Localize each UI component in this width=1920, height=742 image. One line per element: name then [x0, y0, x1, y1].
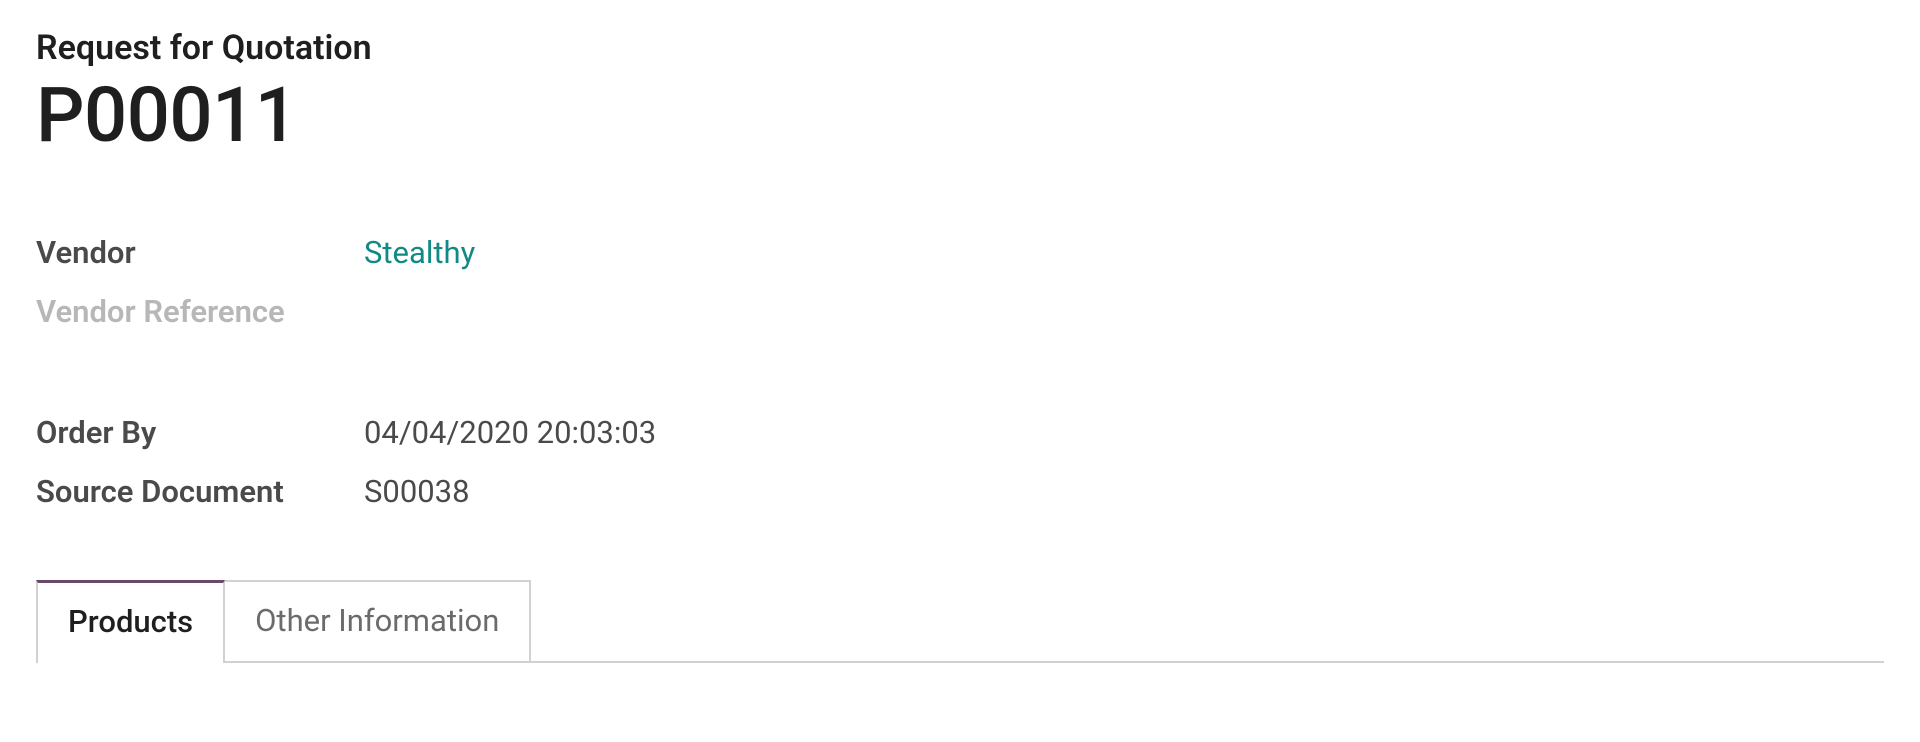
rfq-page: Request for Quotation P00011 Vendor Stea…	[0, 0, 1920, 663]
field-value-order-by: 04/04/2020 20:03:03	[364, 414, 656, 451]
tab-products[interactable]: Products	[36, 580, 225, 663]
field-vendor: Vendor Stealthy	[36, 234, 1884, 271]
field-vendor-reference: Vendor Reference	[36, 293, 1884, 330]
field-label-source-document: Source Document	[36, 473, 364, 510]
field-value-source-document: S00038	[364, 473, 470, 510]
field-label-vendor: Vendor	[36, 234, 364, 271]
field-source-document: Source Document S00038	[36, 473, 1884, 510]
page-title: P00011	[36, 76, 1884, 156]
field-value-vendor[interactable]: Stealthy	[364, 234, 475, 271]
field-list: Vendor Stealthy Vendor Reference Order B…	[36, 234, 1884, 510]
page-subtitle: Request for Quotation	[36, 28, 1884, 68]
tab-other-information[interactable]: Other Information	[225, 580, 531, 661]
field-order-by: Order By 04/04/2020 20:03:03	[36, 414, 1884, 451]
field-label-order-by: Order By	[36, 414, 364, 451]
tab-bar: Products Other Information	[36, 580, 1884, 663]
field-label-vendor-reference: Vendor Reference	[36, 293, 364, 330]
field-spacer	[36, 352, 1884, 392]
